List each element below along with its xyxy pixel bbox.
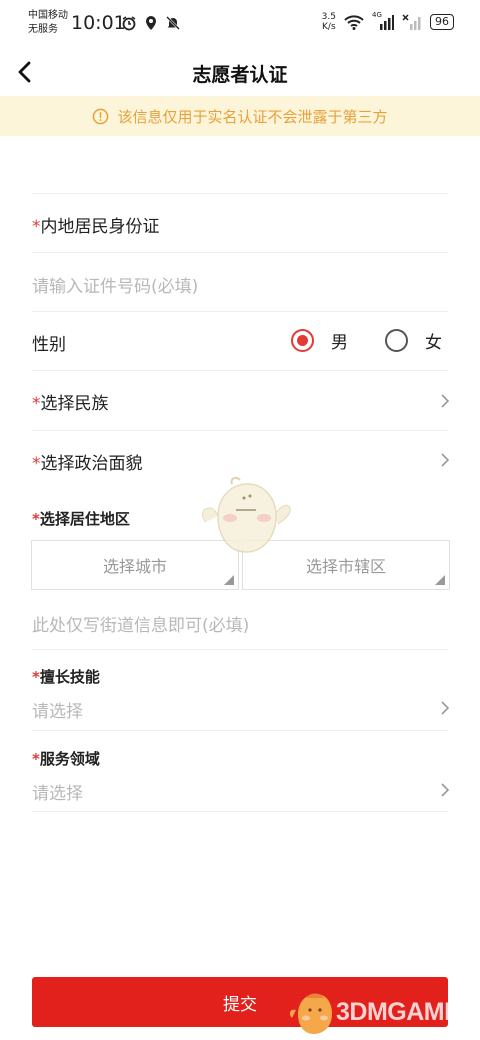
mute-bell-icon	[166, 16, 180, 30]
political-status-selector[interactable]: *选择政治面貌	[32, 449, 450, 474]
required-mark: *	[32, 668, 40, 686]
id-type-label: 内地居民身份证	[40, 217, 160, 237]
gender-radio-group: 男 女	[291, 328, 442, 353]
gender-male-radio[interactable]: 男	[291, 328, 348, 353]
radio-unchecked-icon	[385, 329, 408, 352]
required-mark: *	[32, 750, 40, 768]
carrier-info: 中国移动 无服务	[28, 9, 68, 37]
radio-checked-icon	[291, 329, 314, 352]
service-field-selector[interactable]: 请选择	[32, 779, 450, 804]
divider	[32, 811, 448, 812]
residence-label-text: 选择居住地区	[39, 510, 130, 528]
speed-value: 3.5	[321, 12, 336, 22]
chevron-right-icon	[441, 783, 450, 797]
nav-header: 志愿者认证	[0, 48, 480, 96]
street-input[interactable]: 此处仅写街道信息即可(必填)	[32, 611, 249, 636]
gender-male-label: 男	[331, 333, 348, 353]
status-icons-right: 3.5 K/s 4G 96	[322, 11, 454, 32]
skills-selector[interactable]: 请选择	[32, 697, 450, 722]
divider	[32, 430, 448, 431]
watermark-text: 3DMGAME	[336, 998, 461, 1026]
district-select-text: 选择市辖区	[305, 557, 386, 576]
divider	[32, 193, 448, 194]
mascot-watermark-icon	[202, 476, 291, 553]
skills-label: *擅长技能	[32, 666, 100, 687]
id-type-selector[interactable]: *内地居民身份证	[32, 212, 160, 237]
divider	[32, 730, 448, 731]
ethnicity-label: 选择民族	[40, 394, 109, 414]
network-type: 4G	[372, 11, 382, 19]
chevron-right-icon	[441, 453, 450, 467]
location-icon	[146, 16, 156, 30]
chevron-right-icon	[441, 394, 450, 408]
required-mark: *	[32, 454, 41, 474]
divider	[32, 311, 448, 312]
site-watermark: 3DMGAME	[284, 988, 474, 1036]
skills-label-text: 擅长技能	[39, 668, 100, 686]
service-field-label: *服务领域	[32, 748, 100, 769]
privacy-notice: 该信息仅用于实名认证不会泄露于第三方	[0, 96, 480, 136]
gender-label: 性别	[32, 335, 66, 355]
required-mark: *	[32, 394, 41, 414]
page-title: 志愿者认证	[192, 64, 288, 86]
watermark-mascot-icon	[289, 993, 332, 1034]
city-select-text: 选择城市	[102, 557, 167, 576]
battery-indicator: 96	[430, 14, 454, 30]
dropdown-corner-icon	[224, 575, 234, 585]
required-mark: *	[32, 510, 40, 528]
wifi-icon	[344, 15, 364, 30]
network-speed: 3.5 K/s	[322, 12, 336, 32]
status-time: 10:01	[71, 12, 126, 34]
cell-signal-4g: 4G	[372, 11, 394, 30]
required-mark: *	[32, 217, 41, 237]
gender-female-label: 女	[425, 333, 442, 353]
notice-text: 该信息仅用于实名认证不会泄露于第三方	[117, 107, 388, 126]
service-field-label-text: 服务领域	[39, 750, 100, 768]
divider	[32, 252, 448, 253]
carrier-service: 无服务	[28, 24, 58, 35]
status-icons-left	[121, 15, 181, 31]
no-signal-icon	[402, 14, 421, 30]
gender-female-radio[interactable]: 女	[385, 328, 442, 353]
dropdown-corner-icon	[435, 575, 445, 585]
alarm-icon	[122, 16, 136, 31]
residence-label: *选择居住地区	[32, 508, 130, 529]
speed-unit: K/s	[322, 22, 336, 32]
carrier-name: 中国移动	[28, 10, 68, 21]
ethnicity-selector[interactable]: *选择民族	[32, 389, 450, 414]
warning-icon	[93, 108, 109, 124]
chevron-right-icon	[441, 701, 450, 715]
divider	[32, 370, 448, 371]
political-status-label: 选择政治面貌	[40, 454, 143, 474]
id-number-input[interactable]: 请输入证件号码(必填)	[32, 272, 198, 297]
divider	[32, 649, 448, 650]
status-bar: 中国移动 无服务 10:01 3.5 K/s 4G 96	[0, 0, 480, 46]
